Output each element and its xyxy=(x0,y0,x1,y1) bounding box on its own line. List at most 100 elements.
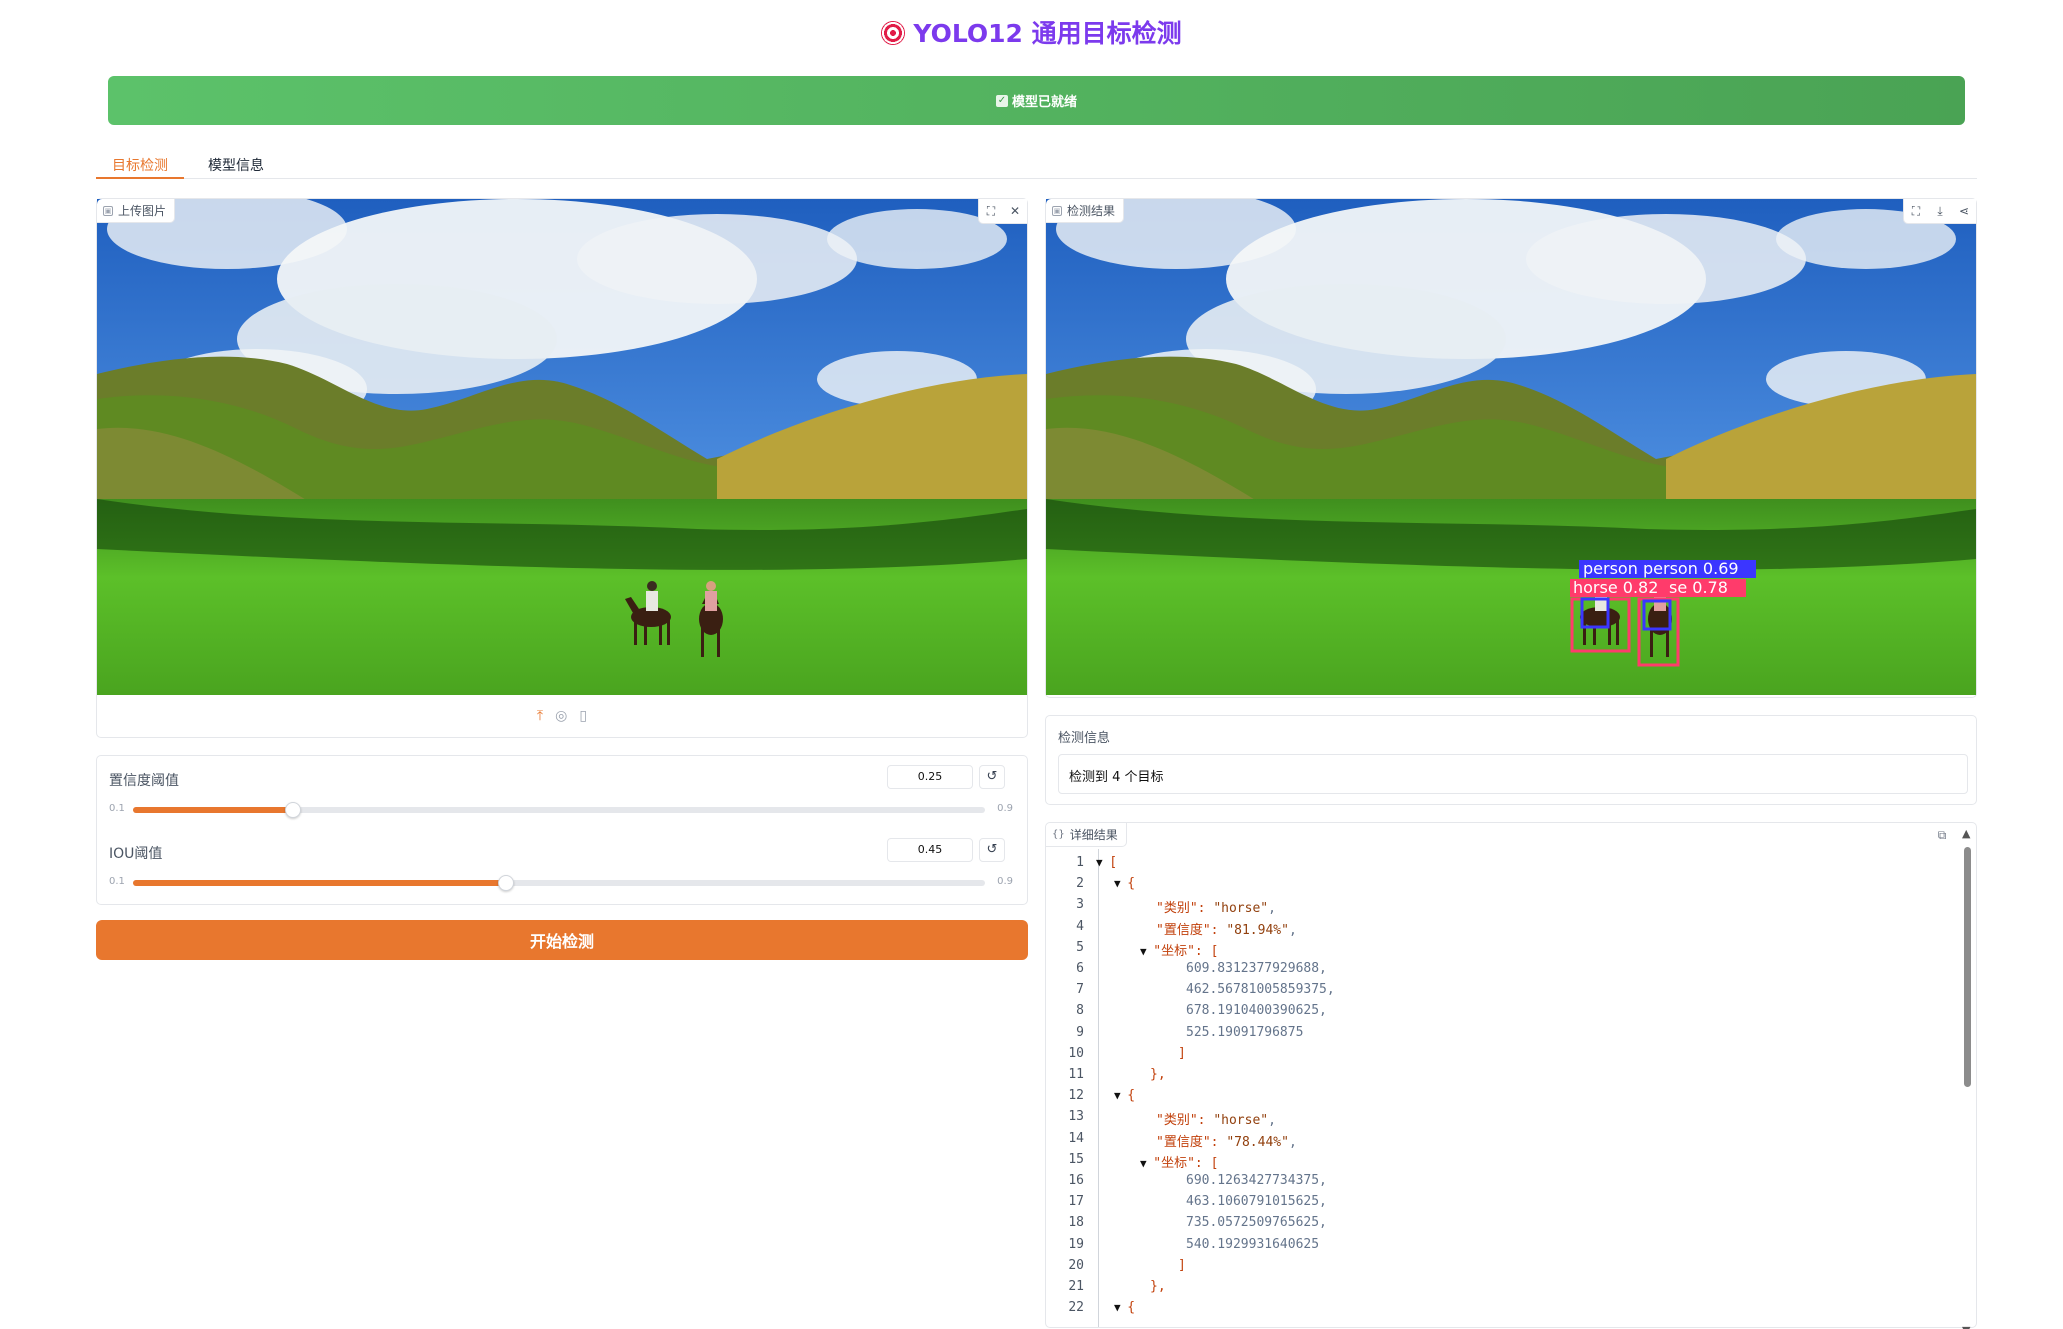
line-number: 16 xyxy=(1068,1173,1084,1188)
line-number: 5 xyxy=(1076,939,1084,955)
detection-info-textbox[interactable]: 检测到 4 个目标 xyxy=(1058,754,1968,794)
iou-max: 0.9 xyxy=(997,876,1013,887)
line-number: 14 xyxy=(1068,1130,1084,1146)
threshold-panel: 置信度阈值 0.25 ↺ 0.1 0.9 IOU阈值 0.45 ↺ 0.1 0.… xyxy=(96,755,1028,905)
line-number: 10 xyxy=(1068,1045,1084,1061)
line-number: 12 xyxy=(1068,1088,1084,1104)
collapse-toggle-icon[interactable]: ▼ xyxy=(1114,1089,1127,1102)
json-line: }, xyxy=(1150,1067,1166,1082)
upload-icon[interactable]: ⤒ xyxy=(537,708,543,724)
confidence-label: 置信度阈值 xyxy=(109,773,179,789)
json-line: 609.8312377929688, xyxy=(1186,961,1327,976)
json-line: "置信度": "81.94%", xyxy=(1156,922,1297,938)
json-line: "类别": "horse", xyxy=(1156,1113,1276,1129)
line-number: 6 xyxy=(1076,961,1084,976)
collapse-toggle-icon[interactable]: ▼ xyxy=(1096,856,1109,869)
scroll-down-icon[interactable]: ▼ xyxy=(1962,1324,1970,1329)
iou-reset-icon[interactable]: ↺ xyxy=(979,838,1005,862)
line-number: 19 xyxy=(1068,1236,1084,1252)
upload-image-label-text: 上传图片 xyxy=(118,204,167,218)
person-label-1: person xyxy=(1583,559,1638,578)
result-image-panel: ▣ 检测结果 ⛶ ⤓ ⋖ person person 0.69 horse 0.… xyxy=(1045,198,1977,698)
result-image: person person 0.69 horse 0.82 se 0.78 xyxy=(1046,199,1976,695)
json-line: ▼ { xyxy=(1114,1088,1136,1104)
line-number: 17 xyxy=(1068,1194,1084,1210)
collapse-toggle-icon[interactable]: ▼ xyxy=(1114,1301,1127,1314)
json-line: 462.56781005859375, xyxy=(1186,982,1335,998)
line-number: 22 xyxy=(1068,1300,1084,1316)
iou-slider-block: IOU阈值 0.45 ↺ 0.1 0.9 xyxy=(109,838,1013,903)
page-title-text: YOLO12 通用目标检测 xyxy=(913,19,1182,48)
json-viewer[interactable]: 1 2 3 4 5 6 7 8 9 10 11 12 13 14 15 16 17 18 19 20 21 22 ▼ [▼… xyxy=(1046,849,1962,1327)
tab-detection[interactable]: 目标检测 xyxy=(96,155,184,179)
code-braces-icon: {} xyxy=(1052,829,1065,840)
iou-min: 0.1 xyxy=(109,876,125,887)
upload-image-panel: ▣ 上传图片 ⛶ ✕ ⤒ ◎ ▯ xyxy=(96,198,1028,738)
json-line: ▼ { xyxy=(1114,876,1136,892)
webcam-icon[interactable]: ◎ xyxy=(555,708,567,724)
confidence-knob[interactable] xyxy=(284,802,301,818)
result-image-label: ▣ 检测结果 xyxy=(1046,199,1125,223)
horse-label-2: se 0.78 xyxy=(1669,578,1728,597)
json-line: ] xyxy=(1178,1045,1186,1061)
iou-knob[interactable] xyxy=(497,875,514,891)
tab-model-info[interactable]: 模型信息 xyxy=(201,155,271,179)
line-number: 2 xyxy=(1076,876,1084,892)
collapse-toggle-icon[interactable]: ▼ xyxy=(1140,1157,1153,1170)
json-line: 735.0572509765625, xyxy=(1186,1215,1327,1231)
json-line: ▼ "坐标": [ xyxy=(1140,943,1219,959)
iou-fill xyxy=(133,880,506,886)
line-number: 4 xyxy=(1076,918,1084,934)
horse-label-1: horse 0.82 xyxy=(1573,578,1658,597)
iou-slider[interactable] xyxy=(133,875,985,891)
person-label-2: person 0.69 xyxy=(1643,559,1739,578)
json-line: ▼ "坐标": [ xyxy=(1140,1155,1219,1171)
iou-number-input[interactable]: 0.45 xyxy=(887,838,973,862)
confidence-slider-block: 置信度阈值 0.25 ↺ 0.1 0.9 xyxy=(109,765,1013,830)
fullscreen-icon[interactable]: ⛶ xyxy=(1904,199,1928,223)
json-line: 525.19091796875 xyxy=(1186,1024,1304,1040)
share-icon[interactable]: ⋖ xyxy=(1952,199,1976,223)
copy-icon[interactable]: ⧉ xyxy=(1932,825,1952,845)
tab-bar: 目标检测 模型信息 xyxy=(96,152,1977,179)
line-number: 13 xyxy=(1068,1109,1084,1125)
confidence-fill xyxy=(133,807,293,813)
json-line: }, xyxy=(1150,1279,1166,1294)
confidence-min: 0.1 xyxy=(109,803,125,814)
json-line: ▼ { xyxy=(1114,1300,1136,1316)
line-number-gutter: 1 2 3 4 5 6 7 8 9 10 11 12 13 14 15 16 17 18 19 20 21 22 xyxy=(1046,849,1099,1327)
scroll-thumb[interactable] xyxy=(1964,847,1971,1087)
model-status-text: 模型已就绪 xyxy=(1011,95,1077,110)
detailed-results-label-text: 详细结果 xyxy=(1069,828,1118,842)
detection-info-label: 检测信息 xyxy=(1058,731,1111,746)
line-number: 15 xyxy=(1068,1151,1084,1167)
json-line: "类别": "horse", xyxy=(1156,901,1276,917)
model-status-banner: ✓ 模型已就绪 xyxy=(108,76,1965,125)
collapse-toggle-icon[interactable]: ▼ xyxy=(1140,945,1153,958)
fullscreen-icon[interactable]: ⛶ xyxy=(979,199,1003,223)
confidence-number-input[interactable]: 0.25 xyxy=(887,765,973,789)
upload-image-label: ▣ 上传图片 xyxy=(97,199,176,223)
line-number: 8 xyxy=(1076,1003,1084,1019)
confidence-reset-icon[interactable]: ↺ xyxy=(979,765,1005,789)
image-icon: ▣ xyxy=(1052,205,1062,216)
close-icon[interactable]: ✕ xyxy=(1003,199,1027,223)
line-number: 11 xyxy=(1068,1067,1084,1082)
json-line: ▼ [ xyxy=(1096,855,1118,870)
json-scrollbar[interactable]: ▲ ▼ xyxy=(1962,827,1972,1329)
line-number: 9 xyxy=(1076,1024,1084,1040)
collapse-toggle-icon[interactable]: ▼ xyxy=(1114,877,1127,890)
scroll-up-icon[interactable]: ▲ xyxy=(1962,827,1970,840)
json-line: ] xyxy=(1178,1257,1186,1273)
start-detection-button[interactable]: 开始检测 xyxy=(96,920,1028,960)
clipboard-icon[interactable]: ▯ xyxy=(579,708,587,724)
detection-info-panel: 检测信息 检测到 4 个目标 xyxy=(1045,715,1977,805)
download-icon[interactable]: ⤓ xyxy=(1928,199,1952,223)
detailed-results-label: {} 详细结果 xyxy=(1046,823,1127,847)
image-icon: ▣ xyxy=(103,205,113,216)
uploaded-image[interactable] xyxy=(97,199,1027,695)
target-icon xyxy=(881,21,906,45)
confidence-slider[interactable] xyxy=(133,802,985,818)
page-title: YOLO12 通用目标检测 xyxy=(0,14,2063,50)
landscape-image xyxy=(97,199,1027,695)
